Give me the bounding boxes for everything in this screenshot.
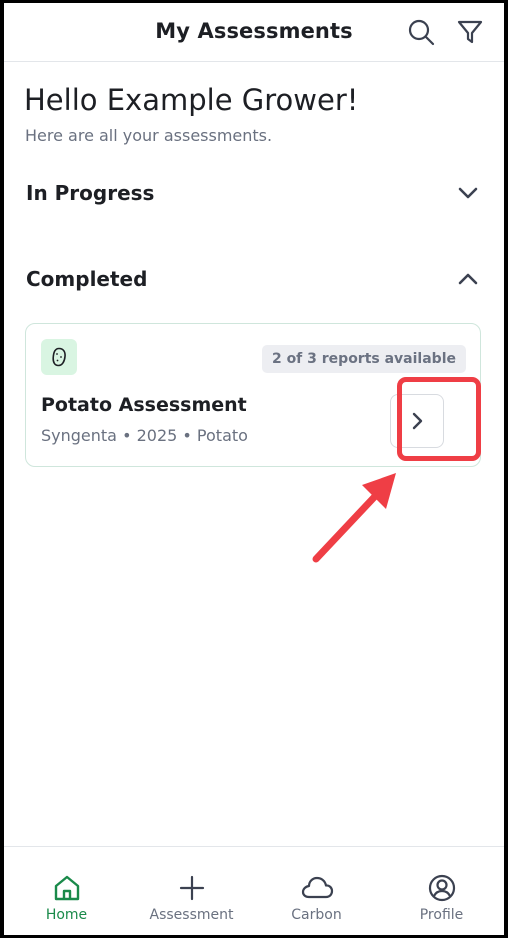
nav-profile[interactable]: Profile — [379, 847, 504, 935]
nav-label-assessment: Assessment — [149, 907, 234, 923]
filter-icon[interactable] — [455, 17, 485, 47]
highlight-box — [397, 377, 481, 461]
top-header: My Assessments — [4, 3, 504, 62]
reports-badge: 2 of 3 reports available — [261, 345, 466, 373]
annotation-arrow-icon — [312, 473, 396, 563]
chevron-down-icon[interactable] — [454, 179, 482, 207]
assessment-meta: Syngenta • 2025 • Potato — [41, 426, 248, 445]
nav-assessment[interactable]: Assessment — [129, 847, 254, 935]
section-in-progress[interactable]: In Progress — [26, 175, 482, 211]
search-icon[interactable] — [406, 17, 436, 47]
plus-icon — [179, 875, 205, 901]
nav-label-carbon: Carbon — [291, 907, 342, 923]
section-completed[interactable]: Completed — [26, 261, 482, 297]
assessment-title: Potato Assessment — [41, 394, 247, 416]
chevron-up-icon[interactable] — [454, 265, 482, 293]
nav-home[interactable]: Home — [4, 847, 129, 935]
greeting-title: Hello Example Grower! — [24, 83, 359, 117]
potato-icon — [41, 339, 77, 375]
section-title-completed: Completed — [26, 267, 148, 291]
nav-carbon[interactable]: Carbon — [254, 847, 379, 935]
bottom-navigation: Home Assessment Carbon Profile — [4, 846, 504, 935]
nav-label-profile: Profile — [419, 907, 464, 923]
home-icon — [54, 875, 80, 901]
section-title-in-progress: In Progress — [26, 181, 155, 205]
nav-label-home: Home — [45, 907, 88, 923]
app-screen: My Assessments Hello Example Grower! Her… — [4, 3, 504, 935]
profile-icon — [428, 874, 456, 902]
greeting-subtitle: Here are all your assessments. — [25, 126, 273, 145]
cloud-icon — [301, 876, 334, 899]
